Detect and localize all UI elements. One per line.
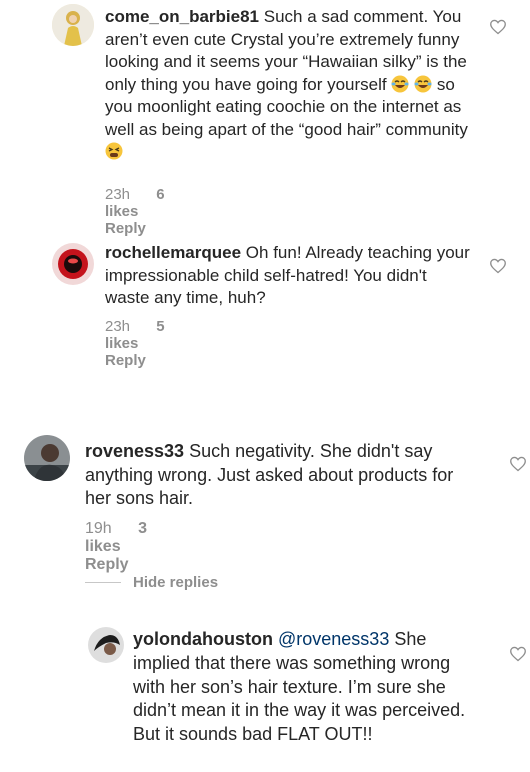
username[interactable]: rochellemarquee bbox=[105, 243, 241, 262]
avatar-image bbox=[24, 435, 70, 481]
comment-text: roveness33 Such negativity. She didn't s… bbox=[85, 440, 475, 511]
reply-button[interactable]: Reply bbox=[85, 556, 129, 573]
timestamp: 23h bbox=[105, 186, 131, 203]
divider bbox=[85, 582, 121, 583]
avatar-image bbox=[88, 627, 124, 663]
username[interactable]: roveness33 bbox=[85, 441, 184, 461]
heart-icon[interactable] bbox=[489, 19, 507, 35]
hide-replies-button[interactable]: Hide replies bbox=[85, 574, 218, 591]
reply-button[interactable]: Reply bbox=[105, 352, 146, 369]
heart-icon[interactable] bbox=[509, 456, 527, 472]
mention-link[interactable]: @roveness33 bbox=[278, 629, 389, 649]
face-with-tears-of-joy-icon bbox=[414, 75, 432, 93]
heart-icon[interactable] bbox=[509, 646, 527, 662]
heart-icon[interactable] bbox=[489, 258, 507, 274]
avatar[interactable] bbox=[24, 435, 70, 481]
comment-text: come_on_barbie81 Such a sad comment. You… bbox=[105, 6, 475, 164]
avatar-image bbox=[52, 4, 94, 46]
face-with-tears-of-joy-icon bbox=[391, 75, 409, 93]
username[interactable]: yolondahouston bbox=[133, 629, 273, 649]
comment-text: rochellemarquee Oh fun! Already teaching… bbox=[105, 242, 475, 310]
avatar[interactable] bbox=[52, 4, 94, 46]
timestamp: 19h bbox=[85, 520, 112, 537]
timestamp: 23h bbox=[105, 318, 131, 335]
comment-meta: 23h 6 likes Reply bbox=[105, 186, 168, 237]
avatar[interactable] bbox=[88, 627, 124, 663]
comment-meta: 23h 5 likes Reply bbox=[105, 318, 168, 369]
hide-replies-label: Hide replies bbox=[133, 574, 219, 591]
avatar[interactable] bbox=[52, 243, 94, 285]
reply-button[interactable]: Reply bbox=[105, 220, 146, 237]
comment-text: yolondahouston @roveness33 She implied t… bbox=[133, 628, 481, 747]
username[interactable]: come_on_barbie81 bbox=[105, 7, 259, 26]
avatar-image bbox=[52, 243, 94, 285]
comment-meta: 19h 3 likes Reply bbox=[85, 520, 151, 574]
tired-face-icon bbox=[105, 142, 123, 160]
